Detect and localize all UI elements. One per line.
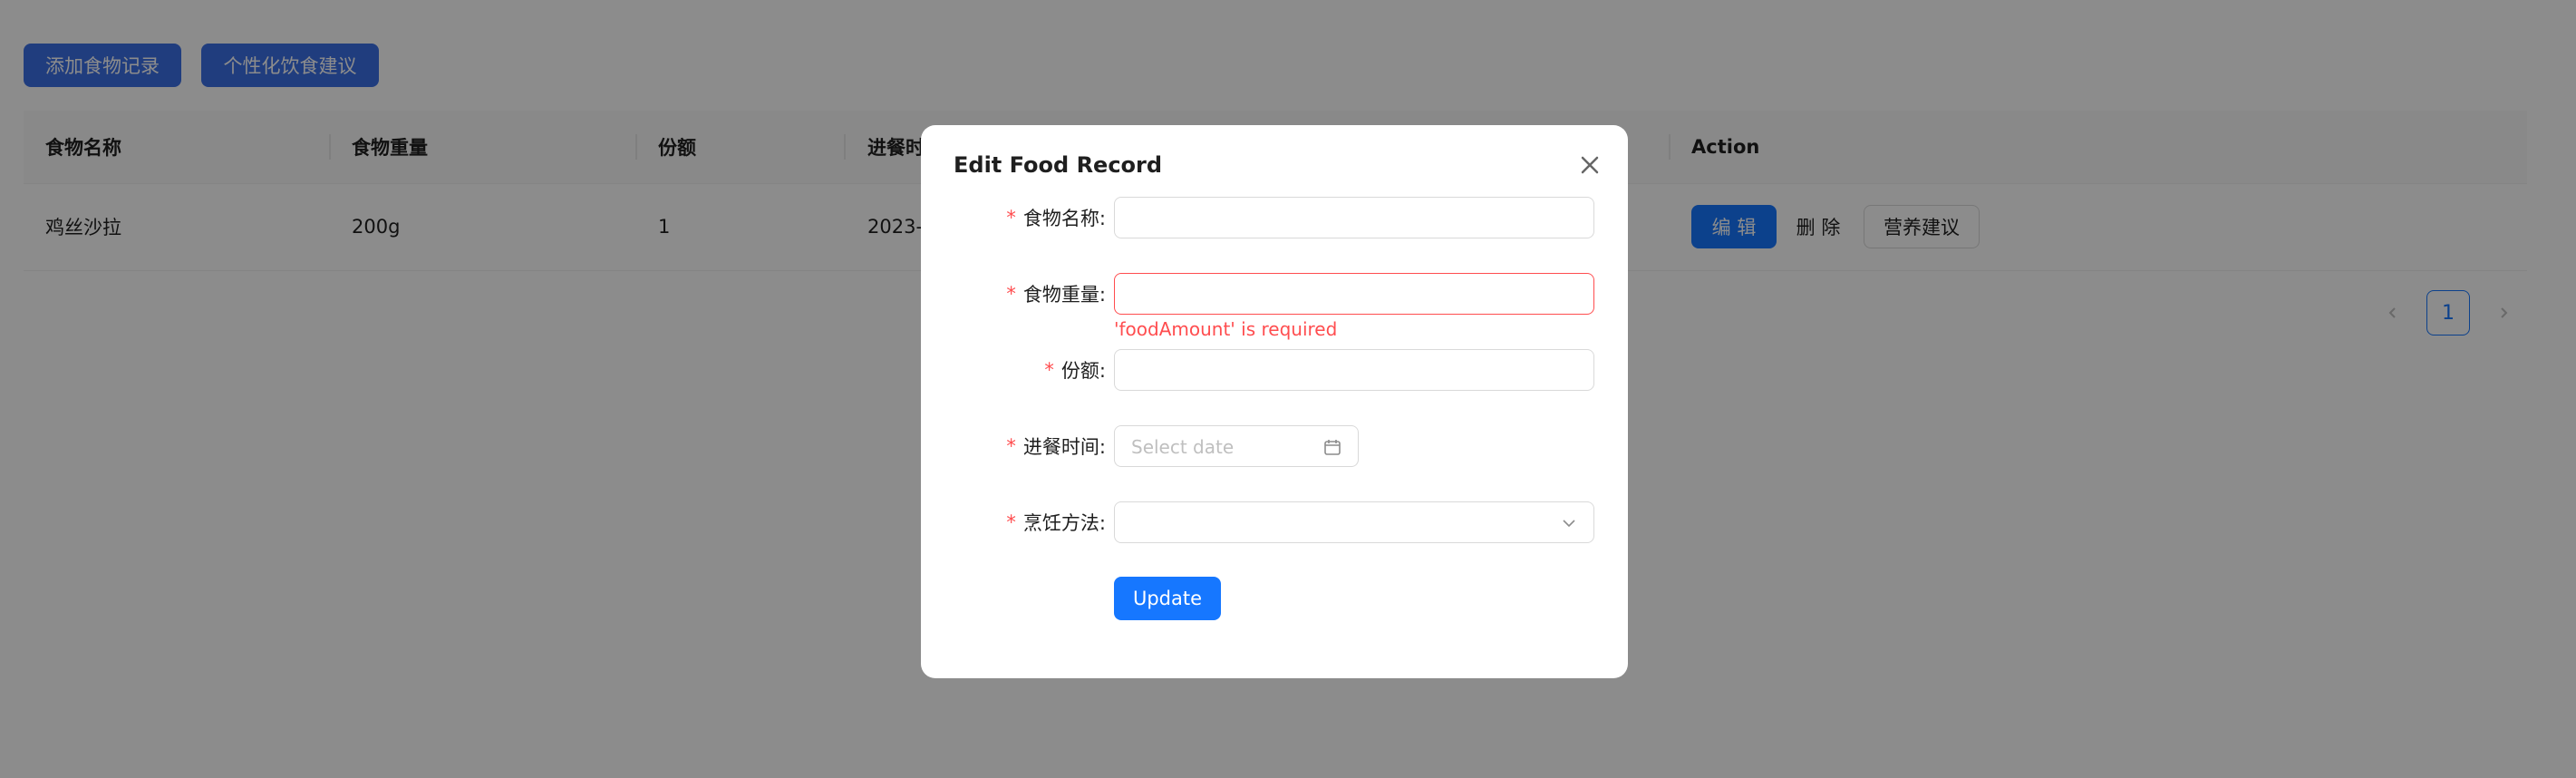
food-amount-input[interactable] [1114, 273, 1594, 315]
modal-title: Edit Food Record [954, 152, 1163, 178]
portion-label-text: 份额: [1060, 360, 1106, 382]
food-amount-label: * 食物重量: [1006, 273, 1106, 315]
meal-time-label-text: 进餐时间: [1022, 436, 1106, 458]
food-name-label: * 食物名称: [1006, 197, 1106, 238]
cooking-method-label-text: 烹饪方法: [1022, 512, 1106, 534]
update-button[interactable]: Update [1114, 577, 1221, 620]
required-marker: * [1006, 511, 1016, 533]
food-amount-label-text: 食物重量: [1022, 284, 1106, 306]
portion-input[interactable] [1114, 349, 1594, 391]
required-marker: * [1006, 207, 1016, 229]
meal-time-date-picker[interactable]: Select date [1114, 425, 1359, 467]
food-name-input[interactable] [1114, 197, 1594, 238]
required-marker: * [1006, 283, 1016, 305]
chevron-down-icon [1563, 520, 1575, 528]
calendar-icon [1324, 440, 1341, 455]
required-marker: * [1006, 435, 1016, 457]
required-marker: * [1044, 359, 1054, 381]
edit-food-record-modal: Edit Food Record * 食物名称: * 食物重量: 'foodAm… [921, 125, 1628, 678]
close-button[interactable] [1574, 149, 1606, 181]
meal-time-label: * 进餐时间: [1006, 425, 1106, 467]
cooking-method-label: * 烹饪方法: [1006, 501, 1106, 543]
portion-label: * 份额: [1044, 349, 1106, 391]
date-placeholder: Select date [1131, 436, 1235, 458]
food-amount-error: 'foodAmount' is required [1114, 318, 1338, 340]
page: 添加食物记录 个性化饮食建议 食物名称 食物重量 份额 进餐时 Action 鸡… [0, 0, 2576, 778]
food-name-label-text: 食物名称: [1022, 208, 1106, 229]
close-icon [1581, 156, 1599, 174]
cooking-method-select[interactable] [1114, 501, 1594, 543]
